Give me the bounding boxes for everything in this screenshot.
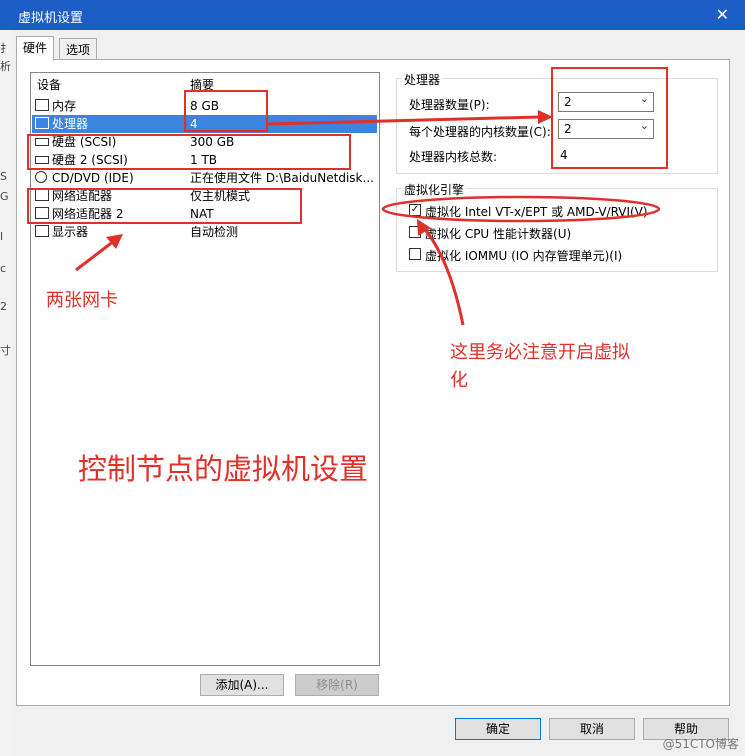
annotation-virt-line-2: 化 [450, 370, 468, 391]
annotation-nics-text: 两张网卡 [46, 290, 118, 311]
annotation-ellipse-vtx [381, 195, 661, 223]
annotation-arrowhead [538, 110, 553, 124]
annotation-arrow-nics [75, 239, 115, 272]
annotation-arrow-vtx [422, 227, 465, 326]
annotation-virt-line-1: 这里务必注意开启虚拟 [450, 342, 630, 363]
tab-hardware[interactable]: 硬件 [16, 36, 55, 61]
watermark: @51CTO博客 [662, 737, 739, 751]
annotation-arrow-processor [267, 115, 541, 126]
annotation-caption: 控制节点的虚拟机设置 [78, 452, 369, 486]
annotation-overlay [75, 110, 661, 326]
